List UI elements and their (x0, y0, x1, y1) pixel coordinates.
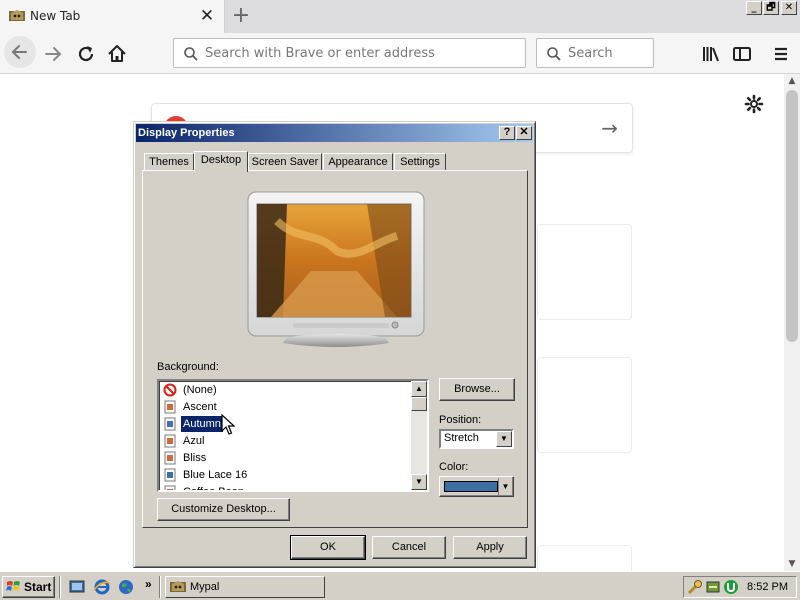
scrollbar-thumb[interactable] (411, 397, 427, 411)
monitor-preview (247, 191, 425, 347)
new-tab-button[interactable]: + (229, 3, 253, 29)
search-icon (547, 47, 561, 61)
scrollbar-thumb[interactable] (786, 90, 798, 342)
image-file-icon (164, 451, 176, 465)
chevron-down-icon[interactable]: ▼ (496, 431, 512, 447)
home-button[interactable] (104, 41, 130, 67)
taskbar-item-mypal[interactable]: Mypal (165, 576, 325, 598)
list-scrollbar[interactable]: ▲ ▼ (411, 381, 427, 490)
windows-logo-icon (6, 581, 20, 591)
tab-title: New Tab (30, 9, 81, 23)
close-window-button[interactable]: ✕ (781, 1, 797, 15)
top-site-tile[interactable] (537, 357, 632, 453)
desktop-tab-panel: Background: (None) Ascent Autumn Azul Bl… (142, 170, 528, 528)
page-scrollbar[interactable]: ▲ ▼ (784, 74, 800, 571)
color-picker-button[interactable]: ▼ (439, 476, 514, 497)
cancel-button[interactable]: Cancel (372, 536, 446, 559)
color-label: Color: (439, 461, 469, 473)
close-tab-icon[interactable]: ✕ (198, 6, 216, 26)
tools-icon[interactable] (687, 579, 703, 595)
search-icon (184, 47, 198, 61)
taskbar-clock: 8:52 PM (747, 581, 788, 593)
start-button[interactable]: Start (2, 576, 55, 598)
taskbar: Start » Mypal 8:52 PM (0, 571, 800, 600)
taskbar-separator (159, 576, 161, 598)
sidebar-icon (733, 47, 751, 61)
dialog-title: Display Properties (138, 127, 235, 139)
scroll-up-icon[interactable]: ▲ (411, 381, 427, 397)
forward-button[interactable] (40, 41, 66, 67)
tab-screen-saver[interactable]: Screen Saver (248, 153, 322, 171)
menu-button[interactable] (768, 41, 794, 67)
library-button[interactable] (698, 41, 724, 67)
image-file-icon (164, 400, 176, 414)
internet-explorer-icon[interactable] (93, 578, 111, 596)
top-site-tile[interactable] (537, 224, 632, 320)
tab-settings[interactable]: Settings (394, 153, 446, 171)
tab-appearance[interactable]: Appearance (323, 153, 393, 171)
tab-desktop[interactable]: Desktop (194, 151, 248, 172)
tab-themes[interactable]: Themes (144, 153, 194, 171)
reload-icon (78, 46, 94, 62)
back-arrow-icon (11, 45, 27, 59)
scroll-up-icon[interactable]: ▲ (784, 74, 800, 88)
search-box[interactable]: Search (536, 38, 654, 68)
chevron-down-icon: ▼ (498, 478, 512, 495)
address-bar[interactable]: Search with Brave or enter address (173, 38, 526, 68)
help-button[interactable]: ? (499, 126, 515, 140)
image-file-icon (164, 485, 176, 490)
position-select[interactable]: Stretch ▼ (439, 429, 514, 449)
globe-icon[interactable] (117, 578, 135, 596)
scroll-down-icon[interactable]: ▼ (784, 557, 800, 571)
color-swatch (444, 481, 498, 492)
image-file-icon (164, 434, 176, 448)
show-desktop-icon[interactable] (68, 578, 86, 596)
background-list[interactable]: (None) Ascent Autumn Azul Bliss Blue Lac… (157, 379, 429, 492)
taskbar-separator (59, 576, 61, 598)
forward-arrow-icon (45, 47, 62, 61)
scroll-down-icon[interactable]: ▼ (411, 474, 427, 490)
image-file-icon (164, 468, 176, 482)
mypal-favicon-icon (170, 581, 186, 592)
address-placeholder: Search with Brave or enter address (205, 46, 435, 61)
background-label: Background: (157, 361, 219, 373)
display-properties-dialog: Display Properties ? ✕ Themes Desktop Sc… (133, 121, 536, 568)
browse-button[interactable]: Browse... (439, 378, 515, 401)
go-arrow-icon[interactable]: → (601, 116, 618, 140)
apply-button[interactable]: Apply (453, 536, 527, 559)
mouse-cursor-icon (221, 414, 235, 435)
update-icon[interactable] (705, 579, 721, 595)
sidebar-button[interactable] (729, 41, 755, 67)
dialog-title-bar[interactable]: Display Properties ? ✕ (136, 124, 533, 142)
none-icon (163, 383, 177, 397)
home-icon (108, 45, 126, 62)
reload-button[interactable] (73, 41, 99, 67)
dialog-close-button[interactable]: ✕ (516, 126, 532, 140)
navigation-toolbar: Search with Brave or enter address Searc… (0, 33, 800, 74)
hamburger-menu-icon (775, 47, 787, 61)
tab-new-tab[interactable]: New Tab ✕ (0, 0, 225, 33)
quick-launch-chevron[interactable]: » (145, 577, 152, 591)
image-file-icon (164, 417, 176, 431)
minimize-button[interactable]: _ (746, 1, 762, 15)
position-value: Stretch (444, 432, 479, 444)
search-placeholder: Search (568, 46, 613, 61)
restore-button[interactable]: 🗗 (763, 1, 779, 15)
tab-strip: New Tab ✕ + _ 🗗 ✕ (0, 0, 800, 33)
back-button[interactable] (4, 36, 36, 68)
system-tray: 8:52 PM (683, 576, 797, 598)
mypal-favicon-icon (9, 10, 25, 21)
gear-icon[interactable] (744, 94, 764, 114)
customize-desktop-button[interactable]: Customize Desktop... (157, 498, 290, 521)
utorrent-icon[interactable] (723, 579, 739, 595)
library-icon (703, 47, 719, 62)
ok-button[interactable]: OK (290, 535, 366, 560)
position-label: Position: (439, 414, 482, 426)
